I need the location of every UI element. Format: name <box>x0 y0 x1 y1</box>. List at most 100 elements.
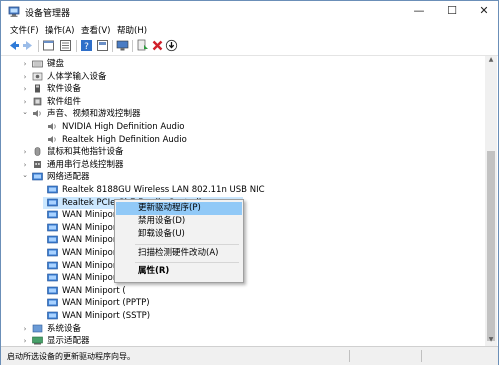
network-adapter-icon <box>47 198 58 206</box>
maximize-button[interactable]: ☐ <box>438 1 466 23</box>
status-bar: 启动所选设备的更新驱动程序向导。 <box>1 346 498 365</box>
network-adapter-icon <box>32 173 43 181</box>
collapsed-chevron-icon[interactable]: › <box>21 335 29 346</box>
tree-item-label: 鼠标和其他指针设备 <box>47 147 124 158</box>
monitor-icon[interactable] <box>116 39 129 52</box>
uninstall-icon[interactable] <box>151 39 164 52</box>
tree-item-label: WAN Miniport (PPTP) <box>62 298 150 309</box>
software-device-icon <box>35 84 40 93</box>
expanded-chevron-icon[interactable]: ⌄ <box>21 169 29 181</box>
collapsed-chevron-icon[interactable]: › <box>21 58 29 70</box>
context-menu-item-label: 属性(R) <box>138 265 170 276</box>
view-icon[interactable] <box>96 39 109 52</box>
mouse-icon <box>34 147 41 156</box>
collapsed-chevron-icon[interactable]: › <box>21 83 29 95</box>
network-adapter-icon <box>47 286 58 295</box>
device-category[interactable]: › 软件设备 <box>1 83 485 95</box>
context-menu: 更新驱动程序(P) 禁用设备(D) 卸载设备(U) 扫描检测硬件改动(A) 属性(R) <box>114 199 244 283</box>
device-category[interactable]: › 显示适配器 <box>1 335 485 346</box>
network-adapter-icon <box>47 185 58 194</box>
window-title: 设备管理器 <box>25 9 71 19</box>
expanded-chevron-icon[interactable]: ⌄ <box>21 106 29 118</box>
scan-hardware-icon[interactable] <box>165 39 178 52</box>
status-separator <box>421 350 422 362</box>
minimize-button[interactable]: — <box>405 1 433 23</box>
toolbar-separator <box>112 40 113 52</box>
tree-item-label: NVIDIA High Definition Audio <box>62 122 185 132</box>
collapsed-chevron-icon[interactable]: › <box>21 71 29 83</box>
scroll-down-icon[interactable]: ▼ <box>485 336 497 346</box>
device-item[interactable]: Realtek High Definition Audio <box>1 134 485 146</box>
device-category[interactable]: › 通用串行总线控制器 <box>1 159 485 171</box>
collapsed-chevron-icon[interactable]: › <box>21 146 29 158</box>
tree-item-label: WAN Miniport ( <box>62 285 126 296</box>
speaker-icon <box>33 110 41 118</box>
device-item[interactable]: WAN Miniport (PPTP) <box>1 297 485 309</box>
device-category[interactable]: ⌄ 声音、视频和游戏控制器 <box>1 108 485 120</box>
vertical-scrollbar[interactable]: ▲ ▼ <box>485 56 497 346</box>
console-tree-icon[interactable] <box>59 39 72 52</box>
help-icon[interactable]: ? <box>80 39 93 52</box>
context-menu-item[interactable]: 属性(R) <box>116 265 242 278</box>
device-category[interactable]: › 人体学输入设备 <box>1 71 485 83</box>
device-manager-window: 设备管理器 — ☐ ✕ 文件(F) 操作(A) 查看(V) 帮助(H) ? › 键… <box>0 0 499 365</box>
device-item[interactable]: WAN Miniport (SSTP) <box>1 310 485 322</box>
title-bar: 设备管理器 — ☐ ✕ <box>1 1 498 23</box>
device-category[interactable]: › 鼠标和其他指针设备 <box>1 146 485 158</box>
network-adapter-icon <box>47 236 58 244</box>
tree-item-label: Realtek 8188GU Wireless LAN 802.11n USB … <box>62 185 265 195</box>
network-adapter-icon <box>47 248 58 257</box>
status-text: 启动所选设备的更新驱动程序向导。 <box>7 352 135 361</box>
device-category[interactable]: › 键盘 <box>1 58 485 70</box>
toolbar: ? <box>1 37 498 56</box>
device-category[interactable]: › 系统设备 <box>1 323 485 335</box>
network-adapter-icon <box>47 273 58 282</box>
tree-item-label: 键盘 <box>47 59 65 69</box>
update-driver-icon[interactable] <box>136 39 149 52</box>
context-menu-item-label: 卸载设备(U) <box>138 229 185 240</box>
context-menu-item-label: 禁用设备(D) <box>138 216 186 227</box>
speaker-icon <box>48 135 56 143</box>
context-menu-item-label: 更新驱动程序(P) <box>138 203 201 213</box>
collapsed-chevron-icon[interactable]: › <box>21 323 29 335</box>
context-menu-item-label: 扫描检测硬件改动(A) <box>138 247 219 258</box>
software-component-icon <box>33 97 42 106</box>
network-adapter-icon <box>47 311 58 320</box>
context-menu-item[interactable]: 卸载设备(U) <box>116 228 242 241</box>
menu-separator <box>135 243 239 245</box>
context-menu-item[interactable]: 更新驱动程序(P) <box>116 202 242 215</box>
scroll-up-icon[interactable]: ▲ <box>485 56 497 66</box>
network-adapter-icon <box>47 210 58 219</box>
scrollbar-thumb[interactable] <box>487 151 495 341</box>
menu-file[interactable]: 文件(F) <box>10 24 39 36</box>
menu-help[interactable]: 帮助(H) <box>117 24 147 36</box>
menu-action[interactable]: 操作(A) <box>45 24 74 36</box>
menu-view[interactable]: 查看(V) <box>81 24 110 36</box>
tree-item-label: 软件组件 <box>47 96 82 107</box>
tree-item-label: WAN Miniport (SSTP) <box>62 311 151 321</box>
tree-item-label: 通用串行总线控制器 <box>47 159 124 170</box>
context-menu-item[interactable]: 禁用设备(D) <box>116 215 242 228</box>
device-category[interactable]: › 软件组件 <box>1 96 485 108</box>
device-item[interactable]: WAN Miniport ( <box>1 285 485 297</box>
context-menu-item[interactable]: 扫描检测硬件改动(A) <box>116 247 242 260</box>
system-device-icon <box>32 324 43 332</box>
network-adapter-icon <box>47 223 58 232</box>
tree-item-label: 网络适配器 <box>47 172 90 183</box>
usb-icon <box>34 160 41 168</box>
forward-icon[interactable] <box>22 39 35 52</box>
back-icon[interactable] <box>7 39 20 52</box>
tree-item-label: 人体学输入设备 <box>47 71 107 82</box>
display-adapter-icon <box>32 336 43 345</box>
toolbar-separator <box>76 40 77 52</box>
hid-icon <box>32 72 43 80</box>
device-item[interactable]: NVIDIA High Definition Audio <box>1 121 485 133</box>
close-button[interactable]: ✕ <box>470 1 498 23</box>
network-adapter-icon <box>47 261 58 269</box>
tree-item-label: 声音、视频和游戏控制器 <box>47 109 141 120</box>
svg-text:?: ? <box>84 42 89 52</box>
device-category[interactable]: ⌄ 网络适配器 <box>1 171 485 183</box>
menu-bar: 文件(F) 操作(A) 查看(V) 帮助(H) <box>1 23 498 37</box>
properties-icon[interactable] <box>42 39 55 52</box>
device-item[interactable]: Realtek 8188GU Wireless LAN 802.11n USB … <box>1 184 485 196</box>
